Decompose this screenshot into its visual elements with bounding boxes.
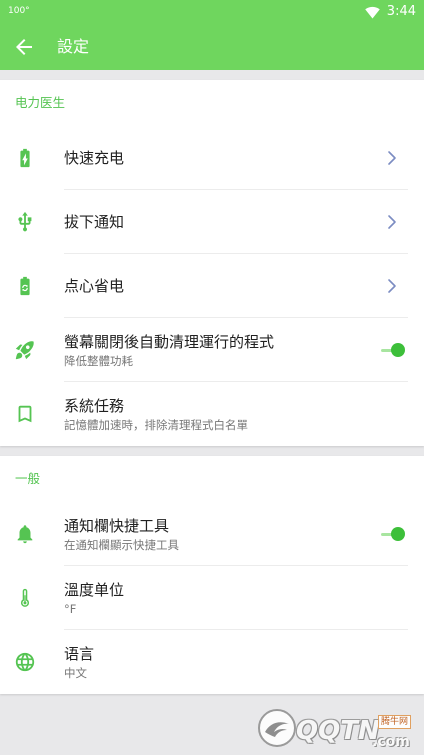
setting-item-title: 溫度单位	[64, 580, 125, 599]
setting-item-title: 螢幕關閉後自動清理運行的程式	[64, 332, 275, 351]
setting-item-screen-off-cleanup[interactable]: 螢幕關閉後自動清理運行的程式 降低整體功耗	[0, 318, 424, 382]
battery-recycle-icon	[14, 275, 36, 297]
watermark-site-name: 腾牛网	[378, 715, 412, 729]
status-time: 3:44	[386, 4, 416, 19]
status-bar: 100° 3:44	[0, 0, 424, 24]
chevron-right-icon	[385, 213, 399, 231]
watermark-brand: QQTN	[296, 716, 380, 746]
setting-item-system-tasks[interactable]: 系統任務 記憶體加速時，排除清理程式白名單	[0, 382, 424, 446]
setting-item-fast-charge[interactable]: 快速充电	[0, 126, 424, 190]
page-title: 設定	[57, 37, 90, 56]
setting-item-text: 快速充电	[64, 126, 368, 190]
section-header: 一般	[15, 471, 41, 486]
setting-item-subtitle: 記憶體加速時，排除清理程式白名單	[64, 417, 248, 432]
toggle-knob	[391, 527, 405, 541]
watermark: QQTN 腾牛网 .com	[256, 703, 420, 753]
setting-item-subtitle: 中文	[64, 665, 87, 680]
toggle-knob	[391, 343, 405, 357]
setting-item-power-saving[interactable]: 点心省电	[0, 254, 424, 318]
setting-item-title: 快速充电	[64, 149, 125, 167]
qqtn-logo-icon	[256, 707, 298, 749]
status-right: 3:44	[365, 0, 416, 24]
setting-item-title: 拔下通知	[64, 213, 125, 231]
section-power-doctor: 电力医生 快速充电 拔下通知 点心省电 螢幕關閉後自動清理運行的程式 降低整體功…	[0, 80, 424, 446]
app-bar: 設定	[0, 24, 424, 70]
setting-item-text: 点心省电	[64, 254, 368, 318]
section-header: 电力医生	[15, 95, 66, 110]
battery-charging-icon	[14, 147, 36, 169]
setting-item-subtitle: 降低整體功耗	[64, 353, 133, 368]
chevron-right-icon	[385, 277, 399, 295]
notification-shortcuts-toggle[interactable]	[380, 527, 406, 541]
setting-item-title: 语言	[64, 644, 95, 663]
wifi-icon	[365, 5, 387, 20]
bell-icon	[14, 523, 36, 545]
back-button[interactable]	[12, 35, 36, 59]
bookmark-icon	[14, 403, 36, 425]
globe-icon	[14, 651, 36, 673]
setting-item-subtitle: 在通知欄顯示快捷工具	[64, 537, 179, 552]
setting-item-text: 通知欄快捷工具 在通知欄顯示快捷工具	[64, 502, 368, 566]
status-indicator: 100°	[8, 6, 30, 16]
setting-item-text: 语言 中文	[64, 630, 368, 694]
setting-item-title: 系統任務	[64, 396, 125, 415]
setting-item-text: 拔下通知	[64, 190, 368, 254]
watermark-domain: .com	[372, 734, 410, 750]
setting-item-temperature-unit[interactable]: 溫度单位 °F	[0, 566, 424, 630]
thermometer-icon	[14, 587, 36, 609]
setting-item-text: 溫度单位 °F	[64, 566, 368, 630]
section-general: 一般 通知欄快捷工具 在通知欄顯示快捷工具 溫度单位 °F 语言 中文	[0, 456, 424, 694]
setting-item-language[interactable]: 语言 中文	[0, 630, 424, 694]
setting-item-subtitle: °F	[64, 601, 77, 616]
arrow-left-icon	[12, 35, 36, 59]
setting-item-title: 点心省电	[64, 277, 125, 295]
setting-item-notification-shortcuts[interactable]: 通知欄快捷工具 在通知欄顯示快捷工具	[0, 502, 424, 566]
setting-item-title: 通知欄快捷工具	[64, 516, 170, 535]
usb-icon	[14, 211, 36, 233]
setting-item-text: 螢幕關閉後自動清理運行的程式 降低整體功耗	[64, 318, 368, 382]
screen-off-cleanup-toggle[interactable]	[380, 343, 406, 357]
chevron-right-icon	[385, 149, 399, 167]
setting-item-unplug-notification[interactable]: 拔下通知	[0, 190, 424, 254]
rocket-icon	[14, 339, 36, 361]
setting-item-text: 系統任務 記憶體加速時，排除清理程式白名單	[64, 382, 368, 446]
